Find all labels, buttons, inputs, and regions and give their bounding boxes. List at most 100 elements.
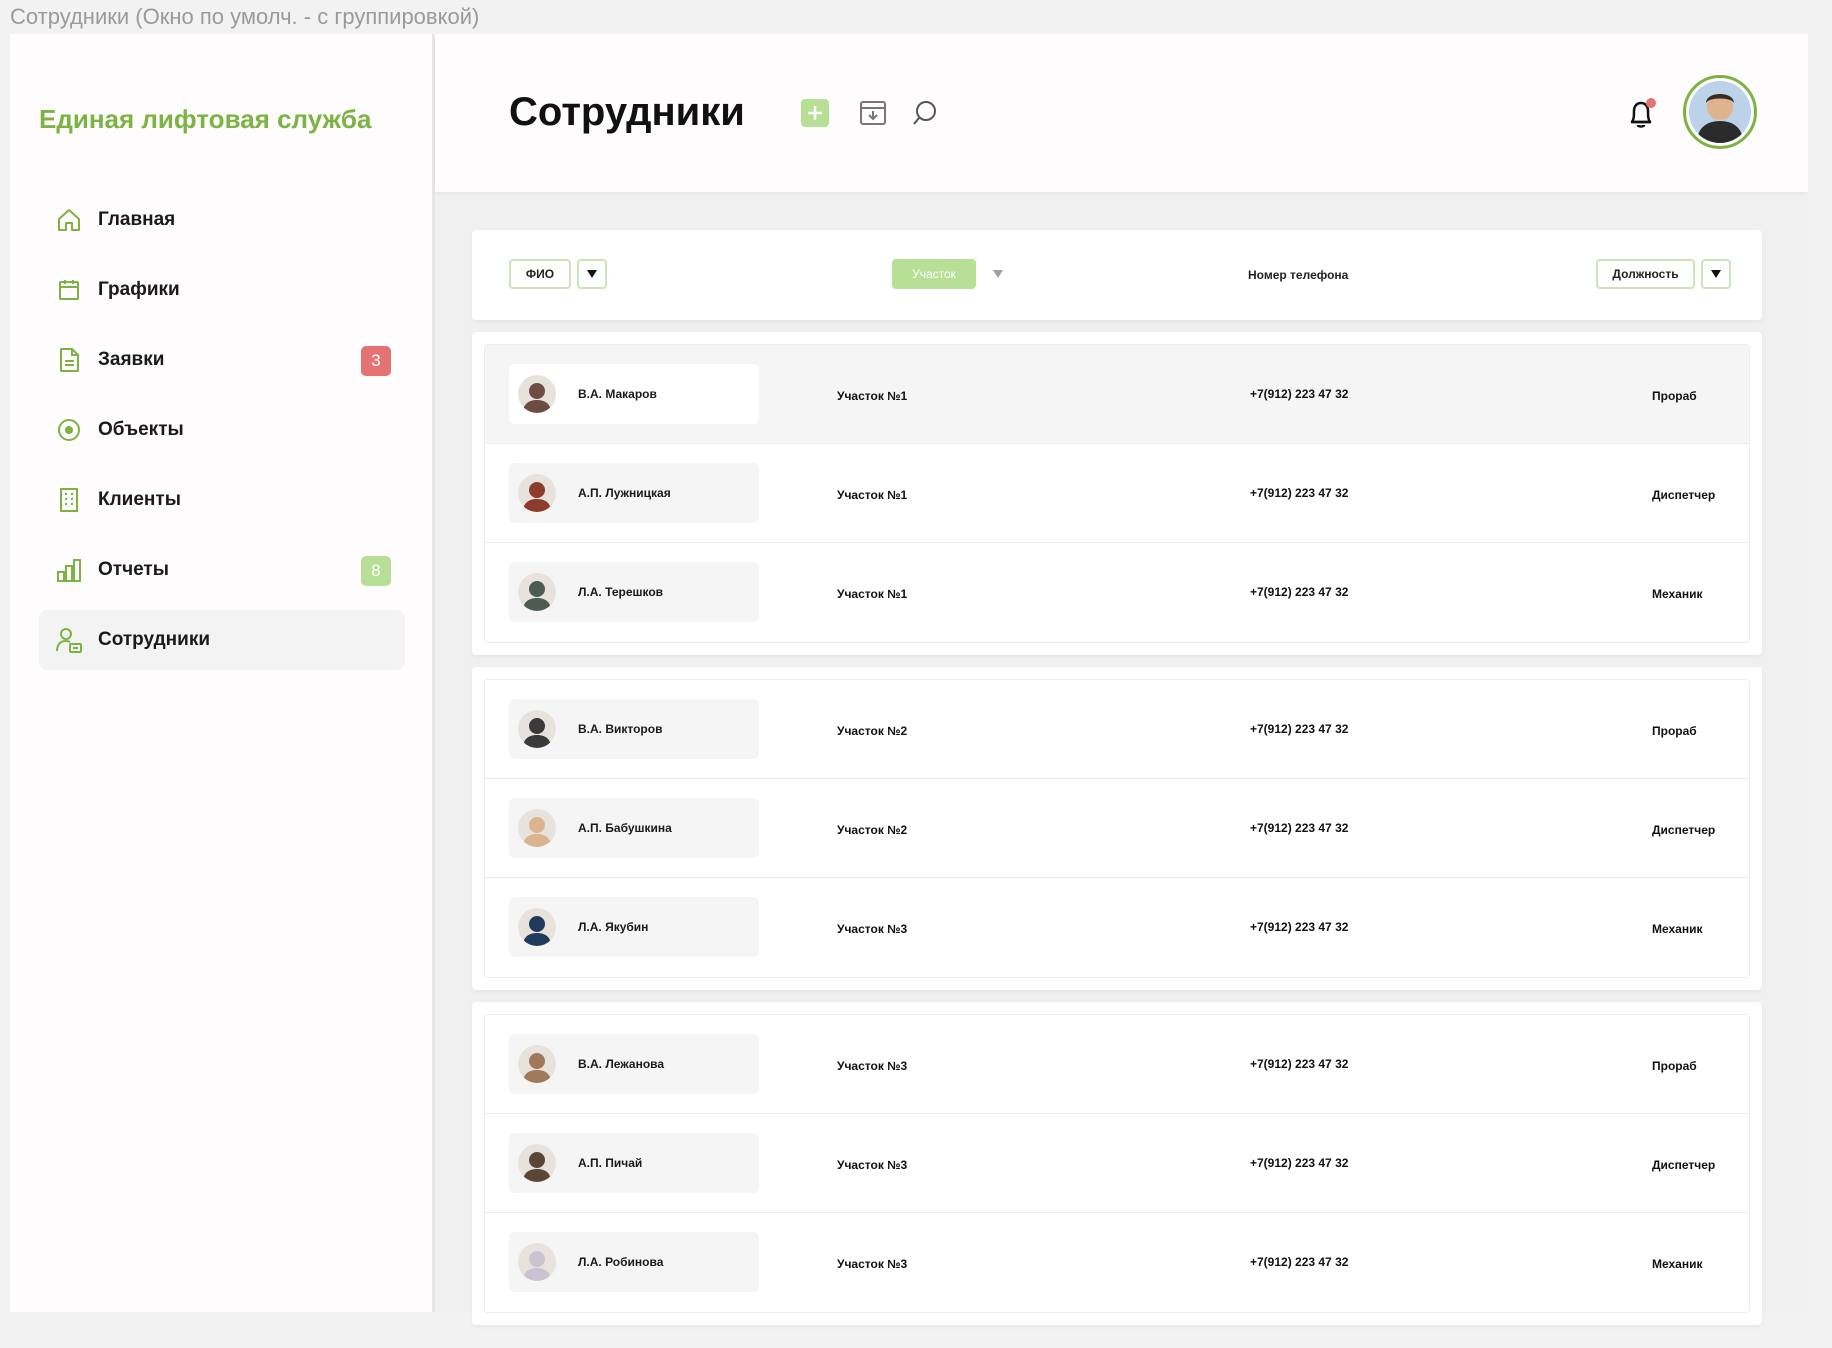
building-icon — [55, 486, 83, 514]
calendar-icon — [55, 276, 83, 304]
employee-icon — [55, 626, 83, 654]
document-icon — [55, 346, 83, 374]
table-row[interactable]: В.А. Викторов Участок №2 +7(912) 223 47 32… — [485, 680, 1749, 779]
filter-name-button[interactable]: ФИО — [509, 259, 571, 289]
sidebar-item-reports[interactable]: Отчеты 8 — [39, 540, 405, 600]
employee-role: Механик — [1652, 922, 1703, 936]
sidebar-item-requests[interactable]: Заявки 3 — [39, 330, 405, 390]
profile-avatar[interactable] — [1683, 75, 1757, 149]
sidebar: Единая лифтовая служба Главная Графики З… — [10, 34, 435, 1312]
employee-group-table: В.А. Лежанова Участок №3 +7(912) 223 47 32… — [484, 1014, 1750, 1313]
employee-phone: +7(912) 223 47 32 — [1250, 1255, 1349, 1269]
chevron-down-icon — [1711, 270, 1721, 278]
home-icon — [55, 206, 83, 234]
employee-name: В.А. Макаров — [578, 387, 657, 401]
sidebar-item-label: Отчеты — [98, 559, 169, 580]
employee-group: В.А. Макаров Участок №1 +7(912) 223 47 32 П… — [472, 332, 1762, 655]
employee-avatar — [518, 809, 556, 847]
employee-phone: +7(912) 223 47 32 — [1250, 1057, 1349, 1071]
employee-role: Механик — [1652, 587, 1703, 601]
employee-name-card[interactable]: Л.А. Якубин — [509, 897, 759, 957]
filter-bar: ФИО Участок Номер телефона Должность — [472, 230, 1762, 320]
sidebar-item-label: Клиенты — [98, 489, 181, 510]
sidebar-nav: Главная Графики Заявки 3 Объекты Клиенты… — [39, 190, 405, 680]
employee-name: В.А. Викторов — [578, 722, 663, 736]
filter-area-button[interactable]: Участок — [892, 259, 976, 289]
employee-area: Участок №1 — [837, 587, 908, 601]
employee-area: Участок №3 — [837, 1158, 908, 1172]
sidebar-item-employees[interactable]: Сотрудники — [39, 610, 405, 670]
table-row[interactable]: Л.А. Якубин Участок №3 +7(912) 223 47 32 Ме… — [485, 878, 1749, 977]
table-row[interactable]: А.П. Бабушкина Участок №2 +7(912) 223 47 3… — [485, 779, 1749, 878]
page-title: Сотрудники — [509, 90, 745, 134]
add-employee-button[interactable] — [799, 97, 831, 129]
employee-name-card[interactable]: В.А. Лежанова — [509, 1034, 759, 1094]
employee-avatar — [518, 573, 556, 611]
sidebar-item-label: Сотрудники — [98, 629, 211, 650]
employee-name-card[interactable]: Л.А. Терешков — [509, 562, 759, 622]
brand-logo[interactable]: Единая лифтовая служба — [39, 104, 371, 135]
table-row[interactable]: А.П. Пичай Участок №3 +7(912) 223 47 32 Дис… — [485, 1114, 1749, 1213]
table-row[interactable]: А.П. Лужницкая Участок №1 +7(912) 223 47 3… — [485, 444, 1749, 543]
sidebar-item-label: Объекты — [98, 419, 184, 440]
employee-name: Л.А. Робинова — [578, 1255, 664, 1269]
table-row[interactable]: В.А. Лежанова Участок №3 +7(912) 223 47 32… — [485, 1015, 1749, 1114]
sidebar-item-label: Главная — [98, 209, 176, 230]
phone-column-header: Номер телефона — [1248, 268, 1349, 282]
page-header: Сотрудники — [435, 34, 1808, 192]
employee-area: Участок №2 — [837, 823, 908, 837]
bell-icon — [1630, 98, 1656, 128]
employee-role: Диспетчер — [1652, 823, 1716, 837]
employee-name-card[interactable]: Л.А. Робинова — [509, 1232, 759, 1292]
employee-phone: +7(912) 223 47 32 — [1250, 920, 1349, 934]
employee-avatar — [518, 375, 556, 413]
filter-role-dropdown[interactable] — [1701, 259, 1731, 289]
employee-name-card[interactable]: В.А. Викторов — [509, 699, 759, 759]
employee-phone: +7(912) 223 47 32 — [1250, 722, 1349, 736]
sidebar-item-label: Графики — [98, 279, 180, 300]
add-icon — [801, 99, 829, 127]
employee-area: Участок №2 — [837, 724, 908, 738]
employee-role: Прораб — [1652, 389, 1697, 403]
employee-group-table: В.А. Викторов Участок №2 +7(912) 223 47 32… — [484, 679, 1750, 978]
employee-avatar — [518, 474, 556, 512]
employee-role: Диспетчер — [1652, 488, 1716, 502]
table-row[interactable]: Л.А. Робинова Участок №3 +7(912) 223 47 32… — [485, 1213, 1749, 1312]
filter-area-dropdown[interactable] — [993, 270, 1003, 278]
employee-role: Механик — [1652, 1257, 1703, 1271]
employee-name-card[interactable]: А.П. Лужницкая — [509, 463, 759, 523]
employee-name: А.П. Пичай — [578, 1156, 643, 1170]
requests-count-badge: 3 — [361, 346, 391, 376]
employee-group-table: В.А. Макаров Участок №1 +7(912) 223 47 32 П… — [484, 344, 1750, 643]
table-row[interactable]: Л.А. Терешков Участок №1 +7(912) 223 47 32… — [485, 543, 1749, 642]
sidebar-item-label: Заявки — [98, 349, 165, 370]
sidebar-item-objects[interactable]: Объекты — [39, 400, 405, 460]
archive-button[interactable] — [857, 97, 889, 129]
employee-avatar — [518, 908, 556, 946]
employee-avatar — [518, 1243, 556, 1281]
employee-phone: +7(912) 223 47 32 — [1250, 821, 1349, 835]
employee-role: Прораб — [1652, 724, 1697, 738]
table-row[interactable]: В.А. Макаров Участок №1 +7(912) 223 47 32 П… — [485, 345, 1749, 444]
employee-avatar — [518, 710, 556, 748]
employee-name-card[interactable]: А.П. Пичай — [509, 1133, 759, 1193]
reports-count-badge: 8 — [361, 556, 391, 586]
window-title: Сотрудники (Окно по умолч. - с группиров… — [10, 4, 480, 29]
employee-role: Диспетчер — [1652, 1158, 1716, 1172]
employee-area: Участок №1 — [837, 389, 908, 403]
search-button[interactable] — [909, 97, 941, 129]
employee-name-card[interactable]: В.А. Макаров — [509, 364, 759, 424]
sidebar-item-clients[interactable]: Клиенты — [39, 470, 405, 530]
filter-name-dropdown[interactable] — [577, 259, 607, 289]
employee-phone: +7(912) 223 47 32 — [1250, 1156, 1349, 1170]
sidebar-item-charts[interactable]: Графики — [39, 260, 405, 320]
notifications-button[interactable] — [1625, 96, 1659, 132]
employee-group: В.А. Лежанова Участок №3 +7(912) 223 47 32… — [472, 1002, 1762, 1325]
filter-role-button[interactable]: Должность — [1596, 259, 1695, 289]
employee-area: Участок №3 — [837, 922, 908, 936]
employee-avatar — [518, 1144, 556, 1182]
employee-name-card[interactable]: А.П. Бабушкина — [509, 798, 759, 858]
employee-name: А.П. Бабушкина — [578, 821, 672, 835]
employee-phone: +7(912) 223 47 32 — [1250, 585, 1349, 599]
sidebar-item-home[interactable]: Главная — [39, 190, 405, 250]
